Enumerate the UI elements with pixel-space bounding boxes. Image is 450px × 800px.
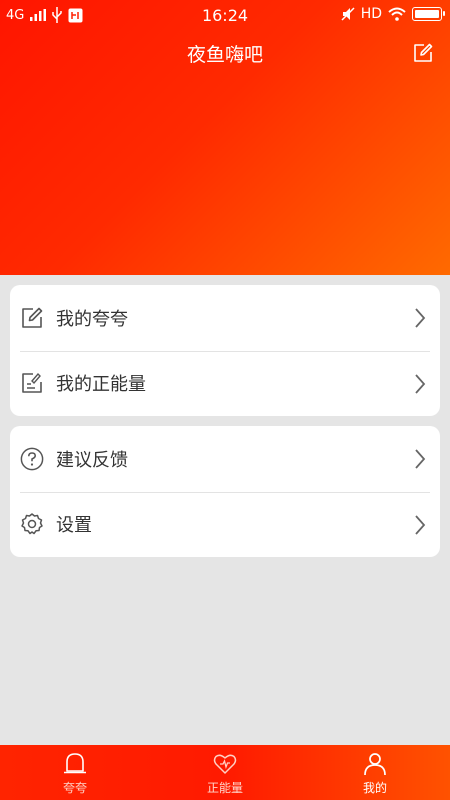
edit-icon [22,307,43,328]
chevron-right-icon [415,449,426,469]
menu-card-support: 建议反馈 设置 [10,426,440,557]
tab-kuakua[interactable]: 夸夸 [0,745,150,800]
gear-icon [21,513,43,535]
battery-icon [412,7,445,21]
menu-item-feedback[interactable]: 建议反馈 [10,426,440,492]
wifi-icon [388,7,406,21]
menu-card-activity: 我的夸夸 我的正能量 [10,285,440,416]
menu-item-label: 建议反馈 [56,449,128,471]
menu-item-label: 我的正能量 [56,374,146,396]
menu-item-label: 我的夸夸 [56,308,128,330]
tab-label: 正能量 [206,781,243,795]
bell-icon [64,753,86,774]
menu-item-label: 设置 [56,515,92,537]
menu-item-settings[interactable]: 设置 [10,491,440,558]
page-title: 夜鱼嗨吧 [186,44,263,66]
tab-label: 夸夸 [62,781,87,795]
tab-label: 我的 [362,781,387,795]
status-bar: 4G 16:24 HD [0,0,450,32]
chevron-right-icon [415,514,426,535]
person-icon [364,753,386,776]
question-icon [20,447,44,471]
heart-icon [213,754,237,774]
chevron-right-icon [415,308,426,328]
bottom-tab-bar: 夸夸 正能量 我的 [0,745,450,800]
checklist-icon [22,373,42,394]
tab-mine[interactable]: 我的 [300,745,450,800]
chevron-right-icon [415,373,426,394]
edit-icon[interactable] [412,42,434,64]
menu-item-my-positive-energy[interactable]: 我的正能量 [10,350,440,417]
tab-positive-energy[interactable]: 正能量 [150,745,300,800]
mute-icon [341,7,355,21]
hd-indicator: HD [360,6,382,22]
menu-item-my-kuakua[interactable]: 我的夸夸 [10,285,440,351]
